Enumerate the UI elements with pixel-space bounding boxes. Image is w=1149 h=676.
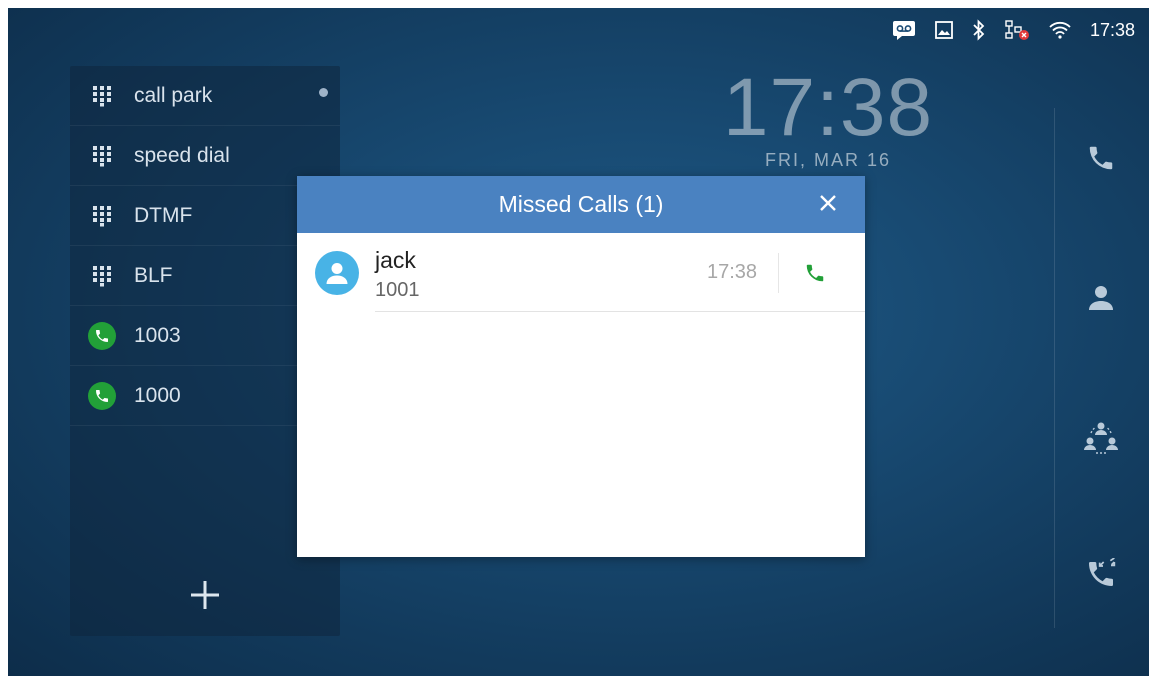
callback-button[interactable] [797,257,833,293]
dialpad-icon [88,262,116,290]
dock-call-history-button[interactable] [1081,556,1121,596]
row-underline [375,311,865,312]
dialpad-icon [88,142,116,170]
dialpad-icon [88,202,116,230]
bluetooth-icon [972,19,986,41]
status-bar: 17:38 [815,8,1149,52]
panel-item-label: speed dial [134,143,230,167]
close-icon [819,194,837,217]
call-history-icon [1085,556,1117,595]
missed-calls-dialog: Missed Calls (1) jack 1001 17:38 [297,176,865,557]
missed-call-row[interactable]: jack 1001 17:38 [297,233,865,313]
panel-item-label: 1000 [134,383,181,407]
close-button[interactable] [813,190,843,220]
dialog-header: Missed Calls (1) [297,176,865,233]
panel-item-label: 1003 [134,323,181,347]
panel-item-call-park[interactable]: call park [70,66,340,126]
panel-item-label: call park [134,83,213,107]
call-time: 17:38 [707,261,758,283]
wifi-icon [1048,20,1072,40]
dock-contacts-button[interactable] [1081,280,1121,320]
caller-name: jack [375,247,416,273]
phone-icon [1086,143,1116,178]
contacts-icon [1086,283,1116,318]
conference-icon [1082,420,1120,461]
phone-screen: 17:38 call park speed dial DTMF BLF 1003… [8,8,1149,676]
dock-phone-button[interactable] [1081,140,1121,180]
phone-icon-wrap [88,321,116,350]
clock-time: 17:38 [722,62,934,153]
phone-icon-wrap [88,381,116,410]
panel-item-label: BLF [134,263,173,287]
voicemail-icon [892,19,916,41]
row-divider [778,253,779,293]
panel-item-label: DTMF [134,203,193,227]
dialpad-icon [88,82,116,110]
add-shortcut-button[interactable] [180,572,230,622]
dialog-title: Missed Calls (1) [498,191,664,217]
network-disconnected-icon [1004,19,1030,41]
phone-icon [88,321,116,350]
screenshot-icon [934,20,954,40]
phone-icon [804,262,826,289]
clock-date: FRI, MAR 16 [764,150,892,170]
plus-icon [188,578,222,617]
dock-conference-button[interactable] [1081,420,1121,460]
phone-icon [88,381,116,410]
caller-number: 1001 [375,279,420,301]
dock-divider [1054,108,1055,628]
avatar [315,251,359,295]
status-time: 17:38 [1089,19,1135,40]
